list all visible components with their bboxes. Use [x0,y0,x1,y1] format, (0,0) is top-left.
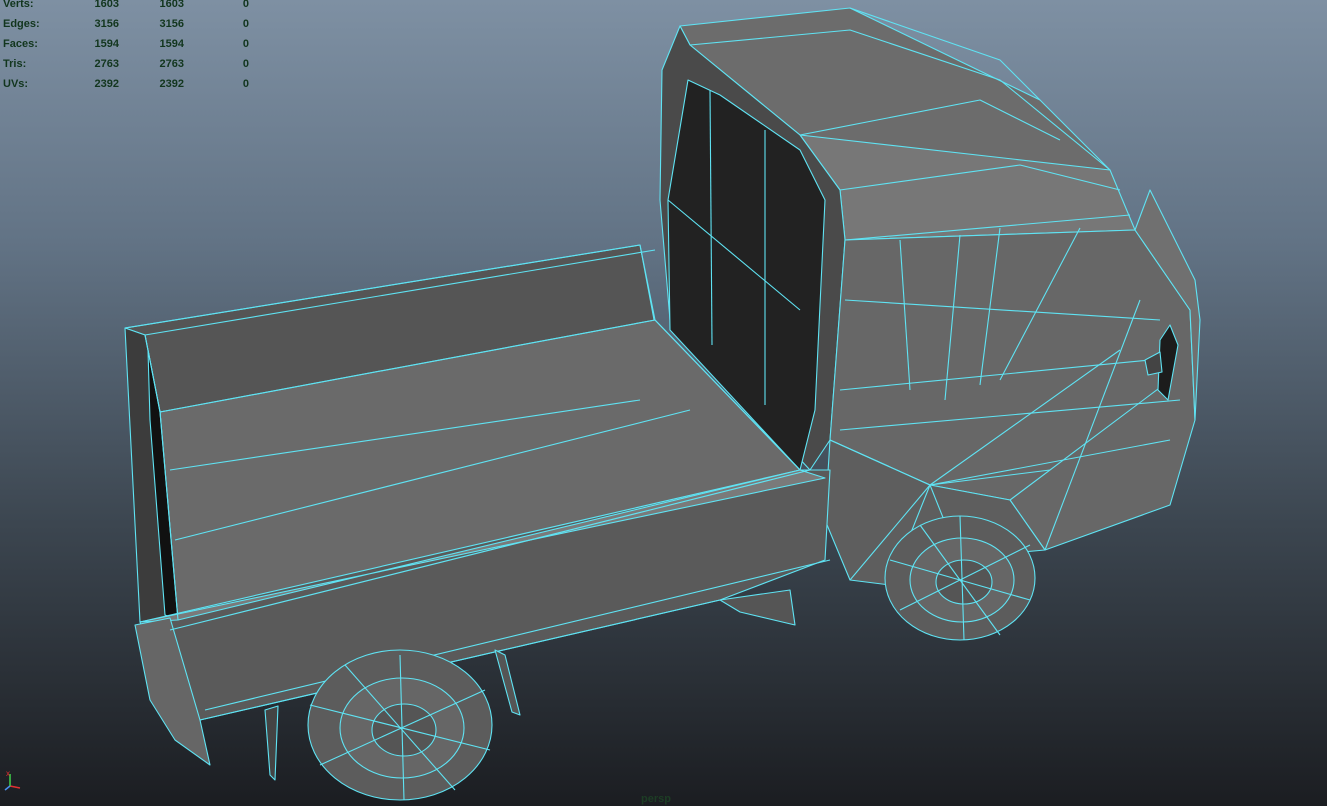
hud-row-edges: Edges: 3156 3156 0 [3,14,249,34]
hud-label: Faces: [3,38,38,50]
hud-value: 0 [242,18,249,30]
hud-value: 0 [242,78,249,90]
hud-value: 3156 [94,18,119,30]
front-wheel [884,515,1036,641]
hud-value: 1594 [159,38,184,50]
hud-value: 3156 [159,18,184,30]
hud-value: 2763 [159,58,184,70]
axis-gizmo-icon: x [4,769,21,791]
mud-flap [264,705,279,781]
rear-strut [494,649,521,716]
hud-row-tris: Tris: 2763 2763 0 [3,54,249,74]
hud-value: 0 [242,58,249,70]
hud-value: 2392 [159,78,184,90]
hud-value: 1603 [94,0,119,10]
camera-label: persp [641,793,671,805]
hud-label: Tris: [3,58,27,70]
hud-value: 2763 [94,58,119,70]
hud-value: 0 [242,0,249,10]
perspective-viewport[interactable]: Verts: 1603 1603 0 Edges: 3156 3156 0 Fa… [0,0,1327,806]
truck-mesh-wireframe[interactable] [0,0,1327,806]
hud-value: 0 [242,38,249,50]
hud-value: 1594 [94,38,119,50]
rear-wheel [307,649,493,801]
hud-label: Edges: [3,18,40,30]
hud-row-verts: Verts: 1603 1603 0 [3,0,249,14]
hud-label: Verts: [3,0,34,10]
hud-value: 2392 [94,78,119,90]
hud-row-uvs: UVs: 2392 2392 0 [3,74,249,94]
hud-label: UVs: [3,78,29,90]
poly-count-hud: Verts: 1603 1603 0 Edges: 3156 3156 0 Fa… [3,0,249,94]
hud-row-faces: Faces: 1594 1594 0 [3,34,249,54]
axis-x-label: x [6,769,10,778]
hud-value: 1603 [159,0,184,10]
